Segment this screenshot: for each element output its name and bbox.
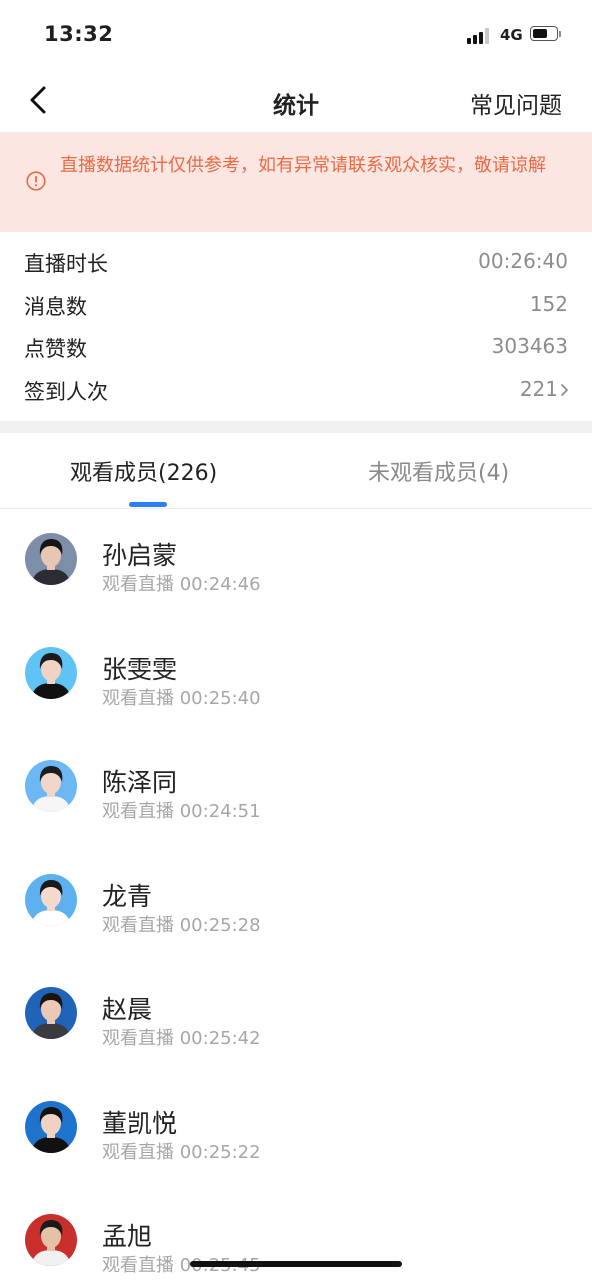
stat-messages: 消息数 152 [0,285,592,328]
list-item[interactable]: 赵晨观看直播 00:25:42 [0,962,592,1076]
section-divider [0,421,592,433]
watch-duration: 观看直播 00:24:46 [102,574,261,595]
avatar [25,873,77,926]
status-time: 13:32 [44,22,114,46]
stat-checkins[interactable]: 签到人次 221 [0,370,592,413]
tab-not-watched[interactable]: 未观看成员(4) [368,455,509,487]
member-list: 孙启蒙 观看直播 00:24:46 张雯雯 观看直播 00:25:40 陈泽同 观看直播 … [0,508,592,1280]
watch-duration: 观看直播 00:25:42 [102,1028,261,1049]
active-tab-indicator [129,502,167,507]
alert-circle-icon [26,171,46,191]
statistics-screen: 13:32 4G 统计 常见问题 直播数据统计仅供参考，如有异常请联系观众核实，… [0,0,592,1280]
stats-list: 直播时长 00:26:40 消息数 152 点赞数 303463 签到人次 22… [0,242,592,412]
list-item[interactable]: 董凯悦观看直播 00:25:22 [0,1076,592,1190]
avatar [25,1214,77,1266]
member-tabs: 观看成员(226) 未观看成员(4) [0,433,592,509]
signal-icon [467,28,491,44]
stat-value: 00:26:40 [478,249,568,273]
member-name: 张雯雯 [102,654,178,684]
stat-value: 221 [519,376,558,401]
member-name: 龙青 [102,881,153,911]
nav-bar: 统计 常见问题 [0,70,592,132]
stat-label: 签到人次 [24,379,108,404]
home-indicator [190,1261,402,1267]
avatar [25,1100,77,1153]
avatar [25,760,77,812]
list-item[interactable]: 张雯雯观看直播 00:25:40 [0,622,592,736]
notice-text: 直播数据统计仅供参考，如有异常请联系观众核实，敬请谅解 [60,155,546,176]
member-name: 孟旭 [102,1222,153,1251]
stat-label: 直播时长 [24,252,108,276]
list-item[interactable]: 龙青观看直播 00:25:28 [0,849,592,963]
avatar [25,987,77,1039]
list-item[interactable]: 陈泽同观看直播 00:24:51 [0,735,592,849]
battery-icon [530,26,562,43]
watch-duration: 观看直播 00:25:28 [102,914,261,936]
member-name: 孙启蒙 [102,541,178,570]
status-bar: 13:32 4G [0,0,592,70]
watch-duration: 观看直播 00:24:51 [102,801,261,822]
list-item[interactable]: 孙启蒙观看直播 00:24:46 [0,508,592,622]
stat-label: 点赞数 [24,337,87,361]
avatar [25,533,77,585]
notice-banner: 直播数据统计仅供参考，如有异常请联系观众核实，敬请谅解 [0,132,592,232]
stat-value: 303463 [491,334,568,358]
member-name: 陈泽同 [102,768,178,797]
avatar [25,646,77,699]
tab-watched[interactable]: 观看成员(226) [70,455,217,487]
network-type: 4G [500,26,523,44]
chevron-right-icon [561,383,568,396]
stat-likes: 点赞数 303463 [0,327,592,370]
stat-duration: 直播时长 00:26:40 [0,242,592,285]
member-name: 赵晨 [102,995,153,1024]
faq-link[interactable]: 常见问题 [470,86,562,120]
member-name: 董凯悦 [102,1108,178,1138]
stat-label: 消息数 [24,294,87,319]
watch-duration: 观看直播 00:25:22 [102,1141,261,1163]
watch-duration: 观看直播 00:25:40 [102,687,261,709]
stat-value: 152 [529,291,568,316]
